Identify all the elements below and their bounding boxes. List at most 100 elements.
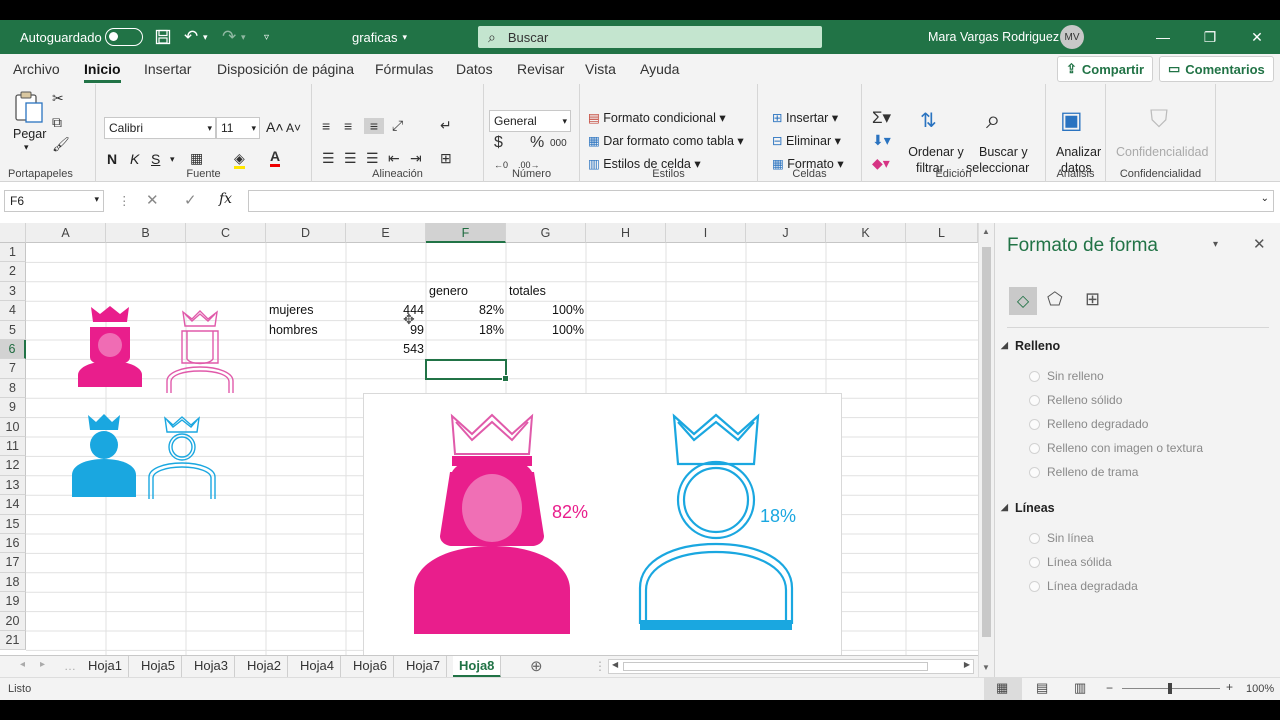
tab-datos[interactable]: Datos: [456, 61, 493, 77]
horizontal-scrollbar[interactable]: ◀ ▶: [608, 659, 974, 674]
format-painter-icon[interactable]: 🖌: [52, 136, 70, 153]
add-sheet-icon[interactable]: ⊕: [530, 657, 543, 675]
h-scroll-thumb[interactable]: [623, 662, 928, 671]
normal-view-button[interactable]: ▦: [984, 677, 1022, 700]
row-header-selected[interactable]: 6: [0, 340, 26, 360]
undo-dropdown-icon[interactable]: ▾: [203, 20, 208, 54]
format-as-table-button[interactable]: ▦ Dar formato como tabla ▾: [588, 133, 744, 148]
zoom-slider-thumb[interactable]: [1168, 683, 1172, 694]
cell-D3[interactable]: mujeres: [269, 301, 345, 320]
row-header[interactable]: 7: [0, 359, 26, 379]
zoom-out-icon[interactable]: −: [1106, 681, 1113, 695]
align-right-icon[interactable]: ☰: [366, 150, 379, 167]
row-header[interactable]: 18: [0, 572, 26, 593]
sheet-tab-active[interactable]: Hoja8: [453, 656, 502, 678]
cell-G3[interactable]: 100%: [506, 301, 584, 320]
find-select-label-1[interactable]: Buscar y: [979, 145, 1028, 159]
column-header[interactable]: E: [346, 223, 426, 243]
wrap-text-icon[interactable]: ↵: [440, 117, 452, 134]
increase-indent-icon[interactable]: ⇥: [410, 150, 422, 167]
copy-icon[interactable]: ⧉: [52, 114, 62, 131]
row-header[interactable]: 14: [0, 495, 26, 515]
cell-G4[interactable]: 100%: [506, 321, 584, 340]
row-header[interactable]: 9: [0, 398, 26, 418]
search-box[interactable]: ⌕ Buscar: [478, 26, 822, 48]
tab-ayuda[interactable]: Ayuda: [640, 61, 679, 77]
restore-icon[interactable]: ❐: [1187, 20, 1233, 54]
name-box[interactable]: F6 ▾: [4, 190, 104, 212]
radio-picture-fill[interactable]: Relleno con imagen o textura: [1029, 441, 1203, 455]
row-header[interactable]: 12: [0, 456, 26, 476]
sheet-tab[interactable]: Hoja5: [135, 656, 182, 678]
zoom-level[interactable]: 100%: [1246, 683, 1274, 695]
row-header[interactable]: 3: [0, 281, 26, 302]
confidentiality-icon[interactable]: ⛉: [1150, 106, 1168, 134]
radio-solid-line[interactable]: Línea sólida: [1029, 555, 1112, 569]
sheet-tab[interactable]: Hoja1: [82, 656, 129, 678]
font-name-select[interactable]: Calibri ▾: [104, 117, 216, 139]
radio-pattern-fill[interactable]: Relleno de trama: [1029, 465, 1138, 479]
radio-gradient-fill[interactable]: Relleno degradado: [1029, 417, 1148, 431]
font-color-icon[interactable]: A: [270, 148, 281, 167]
sheet-tab[interactable]: Hoja4: [294, 656, 341, 678]
customize-toolbar-icon[interactable]: ▿: [264, 20, 269, 54]
column-header[interactable]: I: [666, 223, 746, 243]
woman-outline-icon[interactable]: [163, 309, 237, 393]
tab-disposicion[interactable]: Disposición de página: [217, 61, 354, 77]
comments-button[interactable]: ▭ Comentarios: [1159, 56, 1274, 82]
row-header[interactable]: 15: [0, 514, 26, 534]
number-format-select[interactable]: General ▾: [489, 110, 571, 132]
tab-insertar[interactable]: Insertar: [144, 61, 191, 77]
tab-archivo[interactable]: Archivo: [13, 61, 60, 77]
align-center-icon[interactable]: ☰: [344, 150, 357, 167]
scroll-down-icon[interactable]: ▼: [982, 663, 990, 672]
radio-no-line[interactable]: Sin línea: [1029, 531, 1094, 545]
paste-icon[interactable]: [12, 90, 46, 124]
prev-sheet-icon[interactable]: ◂: [20, 659, 25, 670]
row-header[interactable]: 16: [0, 534, 26, 554]
size-properties-tab-icon[interactable]: ⊞: [1085, 289, 1100, 310]
analyze-data-icon[interactable]: ▣: [1060, 106, 1083, 135]
column-header[interactable]: G: [506, 223, 586, 243]
thousands-icon[interactable]: 000: [550, 138, 567, 149]
currency-icon[interactable]: $: [494, 134, 503, 152]
enter-icon[interactable]: ✓: [184, 191, 197, 209]
avatar[interactable]: MV: [1060, 25, 1084, 49]
merge-center-icon[interactable]: ⊞: [440, 150, 452, 167]
find-icon[interactable]: ⌕: [986, 104, 1001, 136]
sheet-tab[interactable]: Hoja7: [400, 656, 447, 678]
paste-chevron-icon[interactable]: ▾: [24, 142, 29, 153]
sort-filter-icon[interactable]: ⇅: [920, 108, 937, 133]
grow-font-icon[interactable]: A˄: [266, 119, 284, 135]
row-header[interactable]: 4: [0, 301, 26, 321]
decrease-indent-icon[interactable]: ⇤: [388, 150, 400, 167]
shrink-font-icon[interactable]: A˅: [286, 121, 301, 135]
tab-vista[interactable]: Vista: [585, 61, 616, 77]
align-left-icon[interactable]: ☰: [322, 150, 335, 167]
share-button[interactable]: ⇪ Compartir: [1057, 56, 1154, 82]
minimize-icon[interactable]: —: [1140, 20, 1186, 54]
pane-options-chevron-icon[interactable]: ▾: [1213, 239, 1218, 250]
woman-filled-icon[interactable]: [74, 305, 146, 387]
pane-close-icon[interactable]: ✕: [1253, 235, 1266, 253]
row-header[interactable]: 21: [0, 631, 26, 651]
formula-input[interactable]: ⌄: [248, 190, 1274, 212]
bold-button[interactable]: N: [107, 151, 117, 167]
align-middle-icon[interactable]: ≡: [344, 118, 352, 134]
cell-G2[interactable]: totales: [509, 282, 585, 301]
underline-chevron-icon[interactable]: ▾: [170, 154, 175, 165]
analyze-label-1[interactable]: Analizar: [1056, 145, 1101, 159]
scroll-up-icon[interactable]: ▲: [982, 227, 990, 236]
file-name[interactable]: graficas ▾: [352, 20, 407, 54]
scroll-thumb[interactable]: [982, 247, 991, 637]
effects-tab-icon[interactable]: ⬠: [1047, 289, 1063, 310]
expand-formula-icon[interactable]: ⌄: [1261, 193, 1269, 204]
next-sheet-icon[interactable]: ▸: [40, 659, 45, 670]
man-filled-icon[interactable]: [68, 413, 140, 497]
insert-cells-button[interactable]: ⊞ Insertar ▾: [772, 110, 838, 125]
man-outline-icon[interactable]: [145, 415, 219, 499]
underline-button[interactable]: S: [151, 151, 160, 167]
row-header[interactable]: 17: [0, 553, 26, 573]
paste-button[interactable]: Pegar: [13, 127, 46, 141]
orientation-icon[interactable]: ⤢: [392, 117, 403, 134]
